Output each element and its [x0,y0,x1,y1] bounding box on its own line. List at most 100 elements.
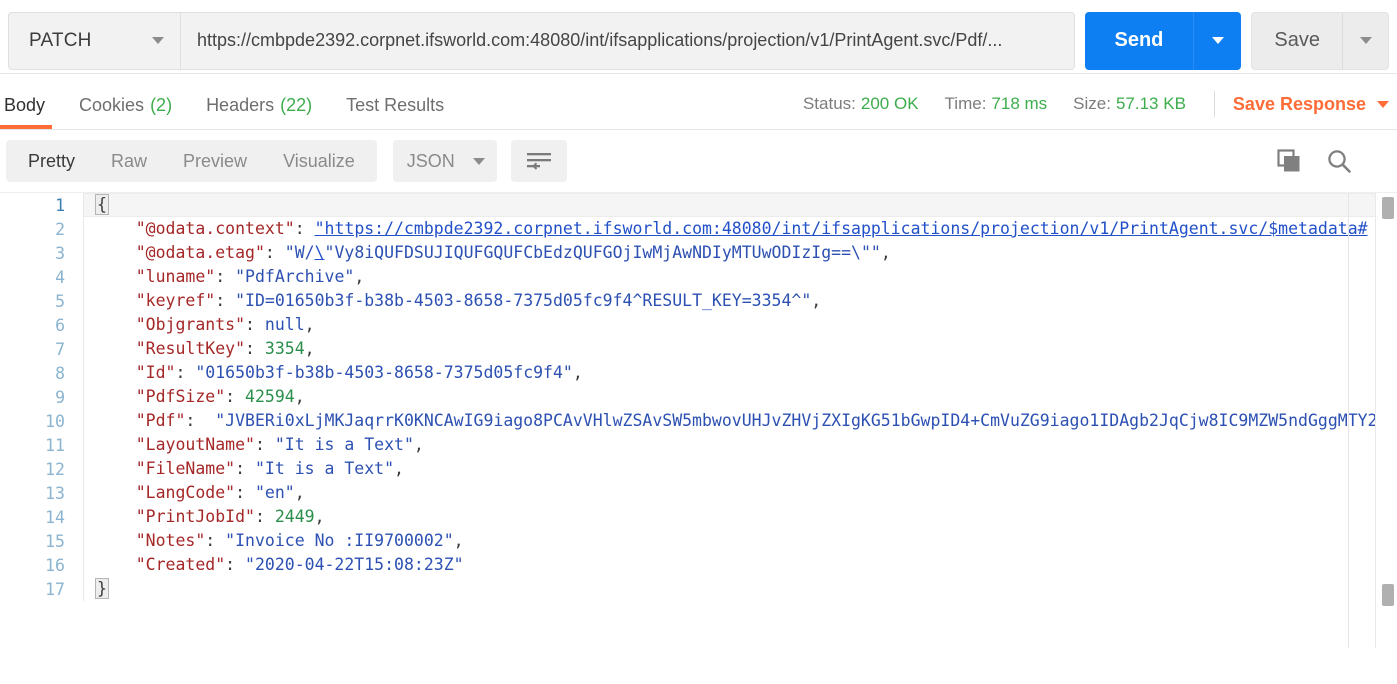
code-token-esc: \ [315,243,325,262]
code-line-content[interactable]: "PdfSize": 42594, [83,385,1397,409]
request-bar: PATCH https://cmbpde2392.corpnet.ifsworl… [0,0,1397,74]
viewer-right-edge [1375,193,1397,648]
body-view-raw[interactable]: Raw [93,140,165,182]
save-options-button[interactable] [1342,13,1388,69]
code-line-content[interactable]: "Created": "2020-04-22T15:08:23Z" [83,553,1397,577]
body-view-pretty[interactable]: Pretty [10,140,93,182]
word-wrap-button[interactable] [511,140,567,182]
code-line-content[interactable]: "ResultKey": 3354, [83,337,1397,361]
body-toolbar: PrettyRawPreviewVisualize JSON [0,130,1397,192]
time-badge: Time:718 ms [945,94,1048,114]
code-token-p: : [205,531,225,550]
chevron-down-icon [1377,101,1389,108]
save-button[interactable]: Save [1252,13,1342,69]
code-line-content[interactable]: "luname": "PdfArchive", [83,265,1397,289]
code-token-str: "It is a Text" [275,435,414,454]
response-tab-body[interactable]: Body [0,74,62,129]
response-tab-count: (2) [150,95,172,116]
search-icon [1325,147,1353,175]
send-button-group: Send [1085,12,1242,70]
code-line-content[interactable]: "@odata.etag": "W/\"Vy8iQUFDSUJIQUFGQUFC… [83,241,1397,265]
code-token-brace: } [96,579,108,598]
code-line-row: 11 "LayoutName": "It is a Text", [0,433,1397,457]
line-number: 12 [0,460,83,479]
code-token-p: : [245,339,265,358]
send-options-button[interactable] [1193,12,1241,70]
code-token-key: "ResultKey" [136,339,245,358]
code-token-p: , [305,315,315,334]
save-button-group: Save [1251,12,1389,70]
search-button[interactable] [1325,147,1353,175]
code-token-p: : [265,243,285,262]
code-line-content[interactable]: "@odata.context": "https://cmbpde2392.co… [83,217,1397,241]
code-token-num: 42594 [245,387,295,406]
request-url-text: https://cmbpde2392.corpnet.ifsworld.com:… [197,30,1002,51]
response-tab-cookies[interactable]: Cookies(2) [62,74,189,129]
response-tab-test-results[interactable]: Test Results [329,74,461,129]
code-token-p: : [176,363,196,382]
code-line-content[interactable]: "PrintJobId": 2449, [83,505,1397,529]
code-line-row: 14 "PrintJobId": 2449, [0,505,1397,529]
body-format-select[interactable]: JSON [393,140,497,182]
code-token-key: "LayoutName" [136,435,255,454]
code-token-p: , [881,243,891,262]
code-line-content[interactable]: "Notes": "Invoice No :II9700002", [83,529,1397,553]
line-number: 14 [0,508,83,527]
code-line-content[interactable]: "keyref": "ID=01650b3f-b38b-4503-8658-73… [83,289,1397,313]
code-token-link: "https://cmbpde2392.corpnet.ifsworld.com… [315,219,1368,238]
code-line-row: 8 "Id": "01650b3f-b38b-4503-8658-7375d05… [0,361,1397,385]
code-token-key: "Created" [136,555,225,574]
chevron-down-icon [473,158,485,165]
code-token-str: "Vy8iQUFDSUJIQUFGQUFCbEdzQUFGOjIwMjAwNDI… [325,243,881,262]
line-number: 5 [0,292,83,311]
http-method-select[interactable]: PATCH [8,12,180,70]
code-token-key: "PdfSize" [136,387,225,406]
code-token-p: : [225,555,245,574]
send-button[interactable]: Send [1085,12,1194,70]
line-number: 17 [0,580,83,599]
code-token-str: "W/ [285,243,315,262]
code-token-key: "FileName" [136,459,235,478]
code-token-brace: { [96,195,108,214]
code-line-content[interactable]: "LangCode": "en", [83,481,1397,505]
code-line-row: 13 "LangCode": "en", [0,481,1397,505]
code-token-p: : [215,267,235,286]
code-token-p: : [215,291,235,310]
code-line-content[interactable]: { [83,193,1397,217]
code-token-null: null [265,315,305,334]
code-line-content[interactable]: "Objgrants": null, [83,313,1397,337]
code-line-content[interactable]: "FileName": "It is a Text", [83,457,1397,481]
code-token-p: , [573,363,583,382]
request-url-input[interactable]: https://cmbpde2392.corpnet.ifsworld.com:… [180,12,1075,70]
editor-print-margin [1348,193,1349,648]
line-number: 8 [0,364,83,383]
line-number: 2 [0,220,83,239]
copy-button[interactable] [1275,147,1303,175]
code-line-row: 1{ [0,193,1397,217]
code-token-key: "Pdf" [136,411,186,430]
response-tab-headers[interactable]: Headers(22) [189,74,329,129]
body-view-preview[interactable]: Preview [165,140,265,182]
code-token-p: : [185,411,215,430]
postman-response-view: PATCH https://cmbpde2392.corpnet.ifsworl… [0,0,1397,684]
size-label: Size: [1073,94,1111,113]
vertical-scrollbar-thumb-bottom[interactable] [1382,584,1394,606]
code-token-p: : [245,315,265,334]
save-response-button[interactable]: Save Response [1233,94,1389,115]
line-number: 7 [0,340,83,359]
code-line-content[interactable]: "Id": "01650b3f-b38b-4503-8658-7375d05fc… [83,361,1397,385]
body-view-visualize[interactable]: Visualize [265,140,373,182]
code-line-content[interactable]: } [83,577,1397,601]
code-line-content[interactable]: "LayoutName": "It is a Text", [83,433,1397,457]
code-token-str: "It is a Text" [255,459,394,478]
response-body-viewer[interactable]: 1{ 2 "@odata.context": "https://cmbpde239… [0,192,1397,648]
code-token-p: , [811,291,821,310]
status-label: Status: [803,94,856,113]
vertical-scrollbar-thumb-top[interactable] [1382,197,1394,219]
code-line-row: 12 "FileName": "It is a Text", [0,457,1397,481]
time-label: Time: [945,94,987,113]
response-tab-bar: BodyCookies(2)Headers(22)Test Results St… [0,74,1397,130]
word-wrap-icon [526,151,552,171]
line-number: 13 [0,484,83,503]
code-line-content[interactable]: "Pdf": "JVBERi0xLjMKJaqrrK0KNCAwIG9iago8… [83,409,1397,433]
